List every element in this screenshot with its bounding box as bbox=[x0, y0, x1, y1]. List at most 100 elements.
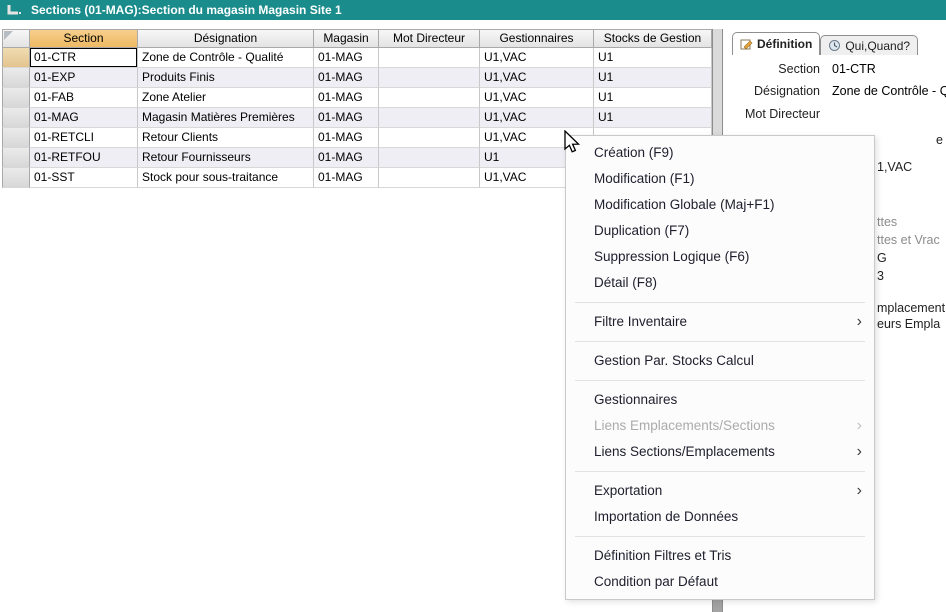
menu-item-label: Gestion Par. Stocks Calcul bbox=[594, 353, 754, 368]
field-designation: DésignationZone de Contrôle - Qualité bbox=[724, 84, 946, 98]
menu-item-label: Importation de Données bbox=[594, 509, 738, 524]
app-window: Sections (01-MAG):Section du magasin Mag… bbox=[0, 0, 946, 612]
clipped-text: ttes bbox=[877, 215, 897, 229]
menu-item-modification-globale[interactable]: Modification Globale (Maj+F1) bbox=[566, 192, 874, 218]
field-value: Zone de Contrôle - Qualité bbox=[832, 84, 946, 98]
cell-section[interactable]: 01-FAB bbox=[30, 88, 138, 108]
column-header-designation[interactable]: Désignation bbox=[138, 29, 314, 48]
column-header-mot-directeur[interactable]: Mot Directeur bbox=[379, 29, 480, 48]
menu-separator bbox=[575, 302, 865, 303]
column-header-magasin[interactable]: Magasin bbox=[314, 29, 379, 48]
menu-item-exportation[interactable]: Exportation › bbox=[566, 478, 874, 504]
menu-item-condition-par-defaut[interactable]: Condition par Défaut bbox=[566, 569, 874, 595]
cell-designation[interactable]: Zone de Contrôle - Qualité bbox=[138, 48, 314, 68]
column-header-stocks-de-gestion[interactable]: Stocks de Gestion bbox=[594, 29, 712, 48]
cell-magasin[interactable]: 01-MAG bbox=[314, 68, 379, 88]
cell-mot-directeur[interactable] bbox=[379, 128, 480, 148]
corner-triangle-icon bbox=[4, 31, 13, 40]
cell-stocks[interactable]: U1 bbox=[594, 108, 712, 128]
cell-stocks[interactable]: U1 bbox=[594, 68, 712, 88]
field-label: Section bbox=[724, 62, 820, 76]
row-selector[interactable] bbox=[2, 68, 30, 88]
menu-separator bbox=[575, 536, 865, 537]
cell-section[interactable]: 01-RETFOU bbox=[30, 148, 138, 168]
table-row: 01-CTR Zone de Contrôle - Qualité 01-MAG… bbox=[2, 48, 712, 68]
table-row: 01-EXP Produits Finis 01-MAG U1,VAC U1 bbox=[2, 68, 712, 88]
menu-item-label: Duplication (F7) bbox=[594, 223, 689, 238]
field-section: Section 01-CTR bbox=[724, 62, 946, 76]
menu-item-creation[interactable]: Création (F9) bbox=[566, 140, 874, 166]
context-menu: Création (F9) Modification (F1) Modifica… bbox=[565, 135, 875, 600]
title-bar: Sections (01-MAG):Section du magasin Mag… bbox=[0, 0, 946, 20]
menu-item-filtre-inventaire[interactable]: Filtre Inventaire› bbox=[566, 309, 874, 335]
panel-tabs: Définition Qui,Quand? bbox=[732, 32, 918, 55]
cell-stocks[interactable]: U1 bbox=[594, 48, 712, 68]
cell-section[interactable]: 01-EXP bbox=[30, 68, 138, 88]
cell-mot-directeur[interactable] bbox=[379, 148, 480, 168]
cell-gestionnaires[interactable]: U1,VAC bbox=[480, 68, 594, 88]
submenu-arrow-icon: › bbox=[857, 478, 862, 504]
tab-label: Définition bbox=[757, 37, 812, 51]
cell-section[interactable]: 01-SST bbox=[30, 168, 138, 188]
cell-stocks[interactable]: U1 bbox=[594, 88, 712, 108]
column-header-gestionnaires[interactable]: Gestionnaires bbox=[480, 29, 594, 48]
clipped-text: G bbox=[877, 251, 887, 265]
column-header-section[interactable]: Section bbox=[30, 29, 138, 48]
menu-item-suppression-logique[interactable]: Suppression Logique (F6) bbox=[566, 244, 874, 270]
cell-mot-directeur[interactable] bbox=[379, 68, 480, 88]
cell-section[interactable]: 01-CTR bbox=[30, 48, 138, 68]
cell-mot-directeur[interactable] bbox=[379, 108, 480, 128]
definition-icon bbox=[740, 38, 753, 51]
table-row: 01-FAB Zone Atelier 01-MAG U1,VAC U1 bbox=[2, 88, 712, 108]
row-selector[interactable] bbox=[2, 108, 30, 128]
cell-section[interactable]: 01-MAG bbox=[30, 108, 138, 128]
cell-magasin[interactable]: 01-MAG bbox=[314, 48, 379, 68]
cell-mot-directeur[interactable] bbox=[379, 88, 480, 108]
row-selector[interactable] bbox=[2, 128, 30, 148]
cell-magasin[interactable]: 01-MAG bbox=[314, 128, 379, 148]
tab-definition[interactable]: Définition bbox=[732, 32, 820, 55]
menu-item-definition-filtres-et-tris[interactable]: Définition Filtres et Tris bbox=[566, 543, 874, 569]
row-selector[interactable] bbox=[2, 88, 30, 108]
cell-designation[interactable]: Produits Finis bbox=[138, 68, 314, 88]
menu-item-gestion-par-stocks-calcul[interactable]: Gestion Par. Stocks Calcul bbox=[566, 348, 874, 374]
menu-item-label: Exportation bbox=[594, 483, 662, 498]
select-all-corner[interactable] bbox=[2, 29, 30, 48]
cell-designation[interactable]: Retour Clients bbox=[138, 128, 314, 148]
mouse-cursor bbox=[561, 130, 585, 156]
menu-item-label: Liens Sections/Emplacements bbox=[594, 444, 775, 459]
menu-item-modification[interactable]: Modification (F1) bbox=[566, 166, 874, 192]
menu-item-liens-sections-emplacements[interactable]: Liens Sections/Emplacements › bbox=[566, 439, 874, 465]
clipped-text: e bbox=[936, 133, 943, 147]
cell-gestionnaires[interactable]: U1,VAC bbox=[480, 88, 594, 108]
menu-item-gestionnaires[interactable]: Gestionnaires bbox=[566, 387, 874, 413]
menu-item-liens-emplacements-sections[interactable]: Liens Emplacements/Sections› bbox=[566, 413, 874, 439]
cell-magasin[interactable]: 01-MAG bbox=[314, 168, 379, 188]
row-selector[interactable] bbox=[2, 168, 30, 188]
row-selector[interactable] bbox=[2, 148, 30, 168]
row-selector[interactable] bbox=[2, 48, 30, 68]
cell-designation[interactable]: Magasin Matières Premières bbox=[138, 108, 314, 128]
cell-designation[interactable]: Stock pour sous-traitance bbox=[138, 168, 314, 188]
clipped-text: eurs Empla bbox=[877, 317, 940, 331]
cell-magasin[interactable]: 01-MAG bbox=[314, 88, 379, 108]
cell-mot-directeur[interactable] bbox=[379, 48, 480, 68]
menu-separator bbox=[575, 471, 865, 472]
menu-item-detail[interactable]: Détail (F8) bbox=[566, 270, 874, 296]
cell-magasin[interactable]: 01-MAG bbox=[314, 148, 379, 168]
clipped-text: 3 bbox=[877, 269, 884, 283]
submenu-arrow-icon: › bbox=[857, 439, 862, 465]
cell-mot-directeur[interactable] bbox=[379, 168, 480, 188]
cell-gestionnaires[interactable]: U1,VAC bbox=[480, 48, 594, 68]
field-value: 01-CTR bbox=[832, 62, 876, 76]
cell-designation[interactable]: Retour Fournisseurs bbox=[138, 148, 314, 168]
menu-item-duplication[interactable]: Duplication (F7) bbox=[566, 218, 874, 244]
cell-section[interactable]: 01-RETCLI bbox=[30, 128, 138, 148]
clipped-text: ttes et Vrac bbox=[877, 233, 940, 247]
cell-gestionnaires[interactable]: U1,VAC bbox=[480, 108, 594, 128]
menu-item-label: Gestionnaires bbox=[594, 392, 677, 407]
cell-magasin[interactable]: 01-MAG bbox=[314, 108, 379, 128]
tab-qui-quand[interactable]: Qui,Quand? bbox=[820, 35, 918, 55]
menu-item-importation-de-donnees[interactable]: Importation de Données bbox=[566, 504, 874, 530]
cell-designation[interactable]: Zone Atelier bbox=[138, 88, 314, 108]
